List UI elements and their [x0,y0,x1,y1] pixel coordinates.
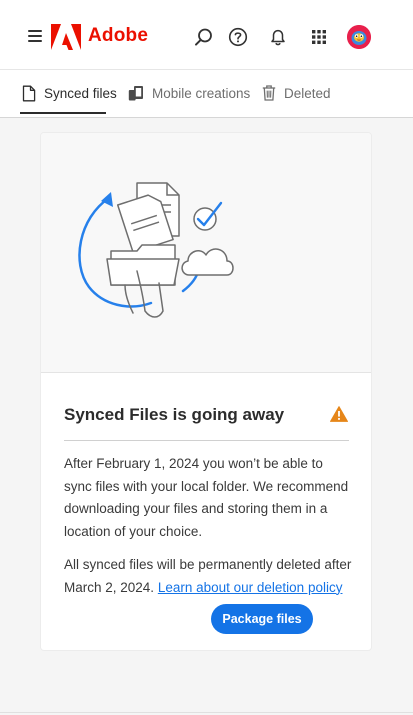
trash-icon [262,85,276,101]
app-header: Adobe [0,0,413,70]
tab-label: Mobile creations [152,85,251,101]
notice-paragraph: All synced files will be permanently del… [64,554,354,599]
title-divider [64,440,349,441]
sync-illustration [41,133,371,373]
tab-mobile-creations[interactable]: Mobile creations [128,70,250,116]
deprecation-notice-card: Synced Files is going away After Februar… [41,133,371,650]
warning-icon [330,406,348,422]
help-icon[interactable] [228,27,248,47]
adobe-logo-icon[interactable] [51,24,81,50]
notice-paragraph: After February 1, 2024 you won’t be able… [64,456,349,539]
tab-label: Deleted [284,85,331,101]
mobile-creations-icon [128,86,143,101]
sync-files-illustration-icon [78,182,234,318]
active-tab-indicator [20,112,106,114]
tab-synced-files[interactable]: Synced files [22,70,117,116]
tab-bar: Synced files Mobile creations Deleted [0,70,413,118]
search-icon[interactable] [194,27,214,47]
avatar[interactable] [347,25,371,49]
package-files-button[interactable]: Package files [211,604,313,634]
tab-label: Synced files [44,85,117,101]
bottom-divider [0,712,413,713]
apps-grid-icon[interactable] [309,27,329,47]
menu-icon[interactable] [28,30,42,42]
brand-name[interactable]: Adobe [88,25,148,47]
tab-deleted[interactable]: Deleted [262,70,331,116]
bell-icon[interactable] [268,27,288,47]
notice-title: Synced Files is going away [64,405,285,424]
file-icon [22,85,36,101]
deletion-policy-link[interactable]: Learn about our deletion policy [158,580,343,595]
